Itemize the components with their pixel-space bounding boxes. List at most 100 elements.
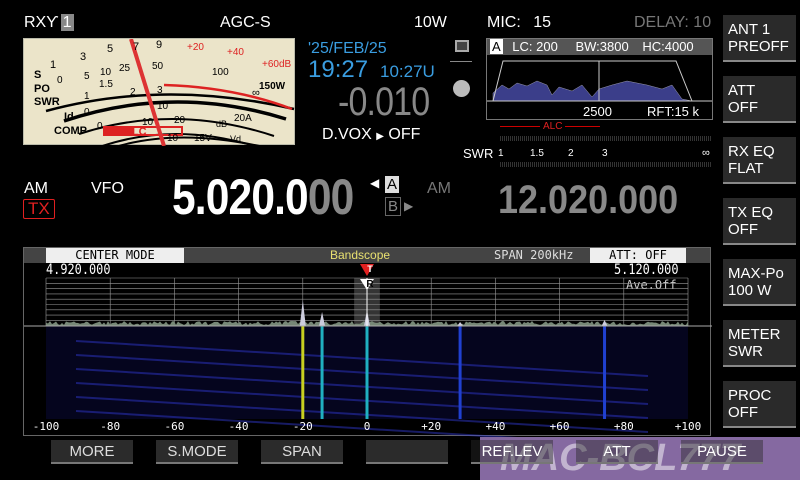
swr-tick: 3	[602, 148, 608, 159]
more-button[interactable]: MORE	[51, 440, 133, 464]
axis-tick-label: -100	[28, 420, 64, 433]
dvox-status: D.VOX ▶ OFF	[322, 126, 420, 144]
clock-icon[interactable]	[453, 80, 470, 97]
ref-level-button[interactable]: REF.LEV	[471, 440, 553, 464]
span-button[interactable]: SPAN	[261, 440, 343, 464]
signal-peak	[319, 312, 325, 326]
sub-mode-label: AM	[427, 180, 451, 198]
comp-tick: 20	[174, 115, 185, 126]
signal-peak	[300, 300, 306, 326]
sub-frequency[interactable]: 12.020.000	[498, 178, 678, 223]
po-tick: 150W	[259, 81, 285, 92]
proc-button[interactable]: PROC OFF	[723, 381, 796, 428]
dvox-label: D.VOX	[322, 126, 372, 143]
power-status: 10W	[414, 14, 447, 32]
rit-offset[interactable]: -0.010	[338, 80, 429, 125]
memory-chip-icon[interactable]	[455, 40, 469, 52]
mic-value: 15	[533, 14, 551, 31]
meter-comp-label: COMP	[54, 125, 87, 137]
meter-button[interactable]: METER SWR	[723, 320, 796, 367]
smode-button[interactable]: S.MODE	[156, 440, 238, 464]
utc-time: 10:27U	[380, 62, 435, 82]
s-tick: 7	[133, 41, 139, 53]
meter-swr-label: SWR	[34, 96, 60, 108]
signal-trace	[301, 326, 304, 419]
s-tick: 9	[156, 39, 162, 51]
delay-status: DELAY: 10	[634, 14, 711, 32]
comp-tick: 10	[142, 117, 153, 128]
axis-tick-label: -20	[285, 420, 321, 433]
button-label: ATT	[728, 82, 796, 99]
pause-button[interactable]: PAUSE	[681, 440, 763, 464]
vfo-a-indicator[interactable]: A	[385, 176, 399, 193]
signal-trace	[321, 326, 324, 419]
alc-bar	[500, 136, 712, 141]
signal-trace	[603, 326, 606, 419]
axis-tick-label: -40	[221, 420, 257, 433]
axis-tick-label: -80	[92, 420, 128, 433]
swr-tick: ∞	[702, 147, 710, 159]
button-label: RX EQ	[728, 143, 796, 160]
vfo-label: VFO	[91, 180, 124, 198]
button-value: OFF	[728, 221, 796, 238]
scope-att-button[interactable]: ATT	[576, 440, 658, 464]
swr-bar	[500, 162, 712, 167]
arrow-right-icon: ▶	[376, 131, 384, 142]
button-value: OFF	[728, 404, 796, 421]
vd-tick: Vd	[230, 134, 241, 144]
rx-eq-button[interactable]: RX EQ FLAT	[723, 137, 796, 184]
button-label: ANT 1	[728, 21, 796, 38]
swr-tick: ∞	[252, 87, 260, 99]
po-tick: 0	[57, 75, 63, 86]
filter-hc: HC:4000	[642, 39, 693, 54]
swr-tick: 2	[568, 148, 574, 159]
po-tick: 5	[84, 71, 90, 82]
mode-label[interactable]: AM	[24, 180, 48, 198]
vfo-b-indicator[interactable]: B	[385, 197, 401, 216]
analog-meter: S PO SWR Id COMP ALC 1 3 5 7 9 +20 +40 +…	[23, 38, 295, 145]
swr-tick: 1.5	[99, 79, 113, 90]
button-label: PROC	[728, 387, 796, 404]
arrow-left-icon: ◀	[370, 176, 379, 190]
scope-plot	[24, 248, 712, 437]
axis-tick-label: -60	[156, 420, 192, 433]
filter-vfo: A	[490, 39, 503, 54]
meter-s-label: S	[34, 69, 41, 81]
max-po-button[interactable]: MAX-Po 100 W	[723, 259, 796, 306]
tx-marker: T	[364, 264, 376, 274]
blank-button[interactable]	[366, 440, 448, 464]
tx-indicator: TX	[23, 199, 55, 219]
s-tick: 3	[80, 51, 86, 63]
po-tick: 10	[100, 67, 111, 78]
id-tick: 20A	[234, 113, 252, 124]
bandscope[interactable]: CENTER MODE Bandscope SPAN 200kHz ATT: O…	[23, 247, 711, 436]
axis-tick-label: +40	[477, 420, 513, 433]
tx-eq-button[interactable]: TX EQ OFF	[723, 198, 796, 245]
meter-id-label: Id	[64, 111, 74, 123]
filter-scope: A LC: 200 BW:3800 HC:4000 2500 RFT:15 k	[486, 38, 713, 120]
ant-pre-button[interactable]: ANT 1 PREOFF	[723, 15, 796, 62]
filter-passband	[487, 55, 712, 105]
axis-tick-label: +80	[606, 420, 642, 433]
vd-tick: 10	[167, 133, 178, 144]
vd-tick: 15V	[194, 133, 212, 144]
filter-rft: RFT:15 k	[647, 104, 699, 119]
rx-marker[interactable]: R	[364, 279, 376, 290]
po-tick: 25	[119, 63, 130, 74]
s-tick: +60dB	[262, 59, 291, 70]
id-tick: 10	[157, 101, 168, 112]
filter-bw: BW:3800	[575, 39, 628, 54]
att-button[interactable]: ATT OFF	[723, 76, 796, 123]
alc-label: ALC	[540, 121, 565, 132]
freq-main-digits: 5.020.0	[172, 169, 308, 225]
main-frequency[interactable]: 5.020.000	[172, 168, 353, 226]
swr-tick: 2	[130, 87, 136, 98]
rx-indicator: RXƳ 1	[24, 14, 74, 32]
id-tick: 0	[84, 107, 90, 118]
po-tick: 50	[152, 61, 163, 72]
swr-label: SWR	[463, 146, 493, 161]
antenna-icon: Ƴ	[46, 14, 58, 31]
comp-tick: dB	[216, 119, 227, 129]
filter-lc: LC: 200	[512, 39, 558, 54]
arrow-right-icon: ▶	[404, 199, 413, 213]
